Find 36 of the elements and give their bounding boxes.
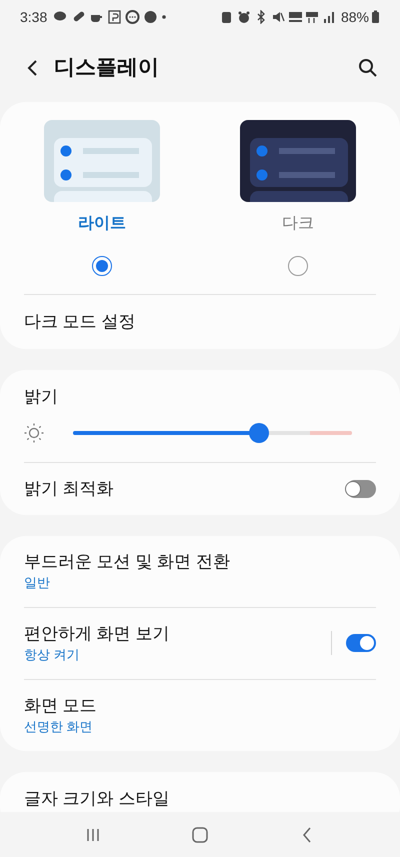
item-label: 편안하게 화면 보기: [24, 623, 170, 645]
radio-button[interactable]: [92, 256, 112, 276]
list-item[interactable]: 편안하게 화면 보기 항상 켜기: [24, 608, 376, 678]
item-value: 일반: [24, 574, 51, 592]
message-icon: [125, 10, 140, 24]
parking-icon: [107, 10, 122, 24]
theme-label: 다크: [282, 214, 314, 234]
list-item[interactable]: 밝기 최적화: [24, 462, 376, 514]
brightness-label: 밝기: [24, 386, 59, 408]
theme-label: 라이트: [78, 214, 126, 234]
item-label: 글자 크기와 스타일: [24, 788, 170, 808]
item-label: 화면 모드: [24, 695, 98, 717]
search-icon: [358, 58, 378, 78]
page-title: 디스플레이: [54, 55, 160, 82]
item-value: 항상 켜기: [24, 646, 81, 664]
radio-button[interactable]: [288, 256, 308, 276]
toggle-switch[interactable]: [346, 480, 376, 498]
toggle-switch[interactable]: [346, 634, 376, 652]
home-icon: [192, 826, 208, 842]
back-icon: [302, 826, 312, 842]
status-time: 3:38: [20, 8, 48, 26]
brightness-slider[interactable]: [73, 422, 352, 442]
sun-icon: [24, 422, 44, 442]
battery-percent: 88%: [340, 8, 369, 26]
list-item[interactable]: 부드러운 모션 및 화면 전환 일반: [24, 536, 376, 606]
item-label: 다크 모드 설정: [24, 311, 136, 334]
item-label: 부드러운 모션 및 화면 전환: [24, 551, 231, 573]
signal-icon: [322, 10, 337, 24]
list-item[interactable]: 다크 모드 설정: [24, 295, 376, 349]
list-item[interactable]: 화면 모드 선명한 화면: [24, 680, 376, 750]
back-icon: [26, 59, 38, 77]
battery-icon: [371, 10, 380, 24]
item-label: 밝기 최적화: [24, 478, 114, 500]
item-value: 선명한 화면: [24, 718, 94, 736]
mute-icon: [270, 10, 286, 24]
recent-apps-icon: [86, 828, 100, 842]
